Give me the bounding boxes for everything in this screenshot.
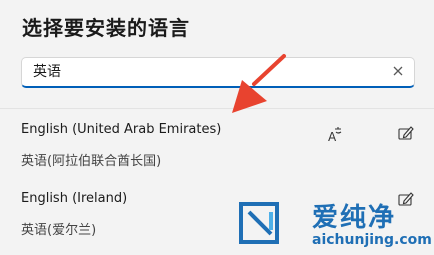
dialog-title: 选择要安装的语言 xyxy=(22,16,190,40)
watermark: 爱纯净 aichunjing.com xyxy=(232,196,432,254)
watermark-logo-icon xyxy=(239,202,279,244)
language-native-name: 英语(爱尔兰) xyxy=(21,223,97,238)
handwriting-icon xyxy=(397,124,415,142)
list-divider xyxy=(0,108,434,109)
language-search-box[interactable] xyxy=(21,57,415,88)
close-icon[interactable] xyxy=(390,63,406,79)
watermark-brand: 爱纯净 xyxy=(312,203,397,233)
language-name: English (United Arab Emirates) xyxy=(21,122,222,137)
text-to-speech-icon: A xyxy=(327,125,345,144)
language-native-name: 英语(阿拉伯联合酋长国) xyxy=(21,154,162,169)
language-search-input[interactable] xyxy=(33,63,373,79)
language-item-english-uae[interactable]: English (United Arab Emirates) 英语(阿拉伯联合酋… xyxy=(0,112,434,180)
language-name: English (Ireland) xyxy=(21,191,128,206)
watermark-site: aichunjing.com xyxy=(312,232,432,248)
svg-text:A: A xyxy=(328,130,337,143)
